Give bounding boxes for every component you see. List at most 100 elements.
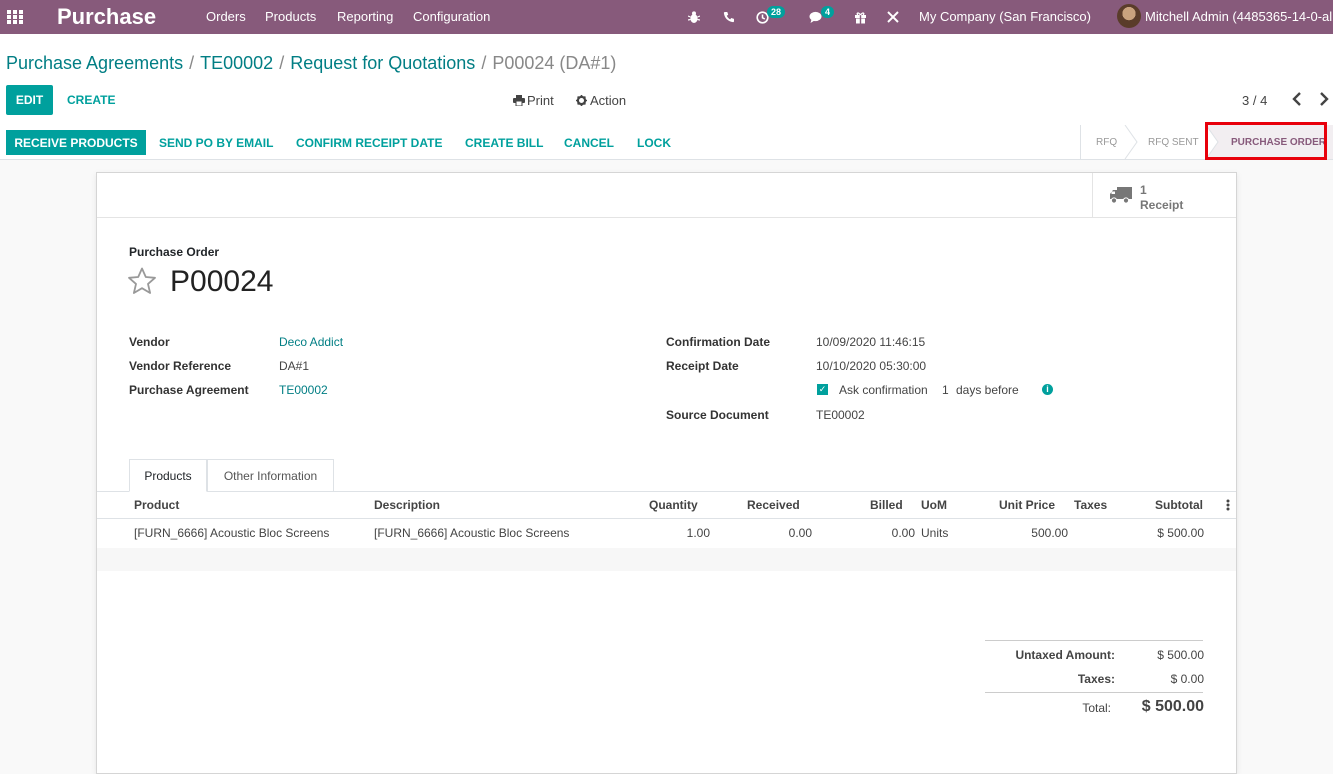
app-menu-grid-icon[interactable] [7,10,23,24]
total-value: $ 500.00 [1141,698,1204,715]
menu-reporting[interactable]: Reporting [337,9,393,25]
tab-other-information[interactable]: Other Information [207,459,334,491]
table-row[interactable]: [FURN_6666] Acoustic Bloc Screens [FURN_… [97,519,1236,547]
vendor-reference-label: Vendor Reference [129,359,232,373]
taxes-label: Taxes: [1077,672,1115,686]
message-count-badge: 4 [821,6,835,18]
breadcrumb-current: P00024 (DA#1) [492,53,617,73]
lock-button[interactable]: LOCK [637,136,671,150]
source-document-value: TE00002 [816,408,865,422]
receive-products-button[interactable]: RECEIVE PRODUCTS [6,130,146,155]
ask-confirmation-days[interactable]: 1 [942,383,949,397]
phone-icon[interactable] [720,0,738,34]
col-received[interactable]: Received [747,498,800,512]
form-sheet: 1 Receipt Purchase Order P00024 Vendor D… [96,172,1237,774]
menu-orders[interactable]: Orders [206,9,246,25]
user-menu[interactable]: Mitchell Admin (4485365-14-0-al [1145,9,1332,25]
ask-confirmation-text: Ask confirmation [839,383,928,397]
edit-button[interactable]: EDIT [6,85,53,115]
confirm-receipt-date-button[interactable]: CONFIRM RECEIPT DATE [296,136,442,150]
ask-confirmation-suffix: days before [956,383,1019,397]
bug-icon[interactable] [685,0,703,34]
tab-products[interactable]: Products [129,459,207,492]
receipt-label: Receipt [1140,198,1184,212]
close-tools-icon[interactable] [884,0,902,34]
vendor-link[interactable]: Deco Addict [279,335,343,349]
col-subtotal[interactable]: Subtotal [1155,498,1203,512]
row-product: [FURN_6666] Acoustic Bloc Screens [134,526,330,540]
optional-columns-icon[interactable] [1226,499,1230,511]
breadcrumb-rfq[interactable]: Request for Quotations [290,53,475,73]
messages-icon[interactable] [807,0,825,34]
total-label: Total: [1082,701,1111,715]
document-type-label: Purchase Order [129,245,220,259]
print-label: Print [527,93,554,108]
info-icon[interactable]: i [1042,384,1053,395]
activity-count-badge: 28 [767,6,786,18]
vendor-label: Vendor [129,335,170,349]
col-uom[interactable]: UoM [921,498,947,512]
menu-products[interactable]: Products [265,9,316,25]
col-quantity[interactable]: Quantity [649,498,698,512]
empty-row [97,548,1236,571]
create-button[interactable]: CREATE [67,93,115,107]
row-description: [FURN_6666] Acoustic Bloc Screens [374,526,570,540]
purchase-agreement-link[interactable]: TE00002 [279,383,328,397]
row-received: 0.00 [788,526,812,540]
pager-value[interactable]: 3 / 4 [1242,93,1267,108]
printer-icon [513,95,525,106]
totals-divider [985,640,1203,641]
totals-divider [985,692,1203,693]
receipt-count: 1 [1140,183,1147,197]
page-title: P00024 [170,265,274,298]
vendor-reference-value: DA#1 [279,359,310,373]
receipt-smart-button[interactable]: 1 Receipt [1092,173,1236,217]
breadcrumb-purchase-agreements[interactable]: Purchase Agreements [6,53,183,73]
col-billed[interactable]: Billed [870,498,903,512]
company-switcher[interactable]: My Company (San Francisco) [919,9,1091,25]
create-bill-button[interactable]: CREATE BILL [465,136,543,150]
source-document-label: Source Document [666,408,769,422]
gift-icon[interactable] [851,0,869,34]
stage-separator [1124,125,1138,159]
top-navbar: Purchase Orders Products Reporting Confi… [0,0,1333,34]
highlight-box [1205,122,1327,160]
breadcrumb: Purchase Agreements / TE00002/Request for … [6,53,617,73]
col-description[interactable]: Description [374,498,440,512]
receipt-date-value: 10/10/2020 05:30:00 [816,359,927,373]
app-brand[interactable]: Purchase [57,4,156,30]
row-subtotal: $ 500.00 [1157,526,1204,540]
row-uom: Units [921,526,949,540]
col-taxes[interactable]: Taxes [1074,498,1107,512]
truck-icon [1110,187,1132,204]
status-bar: RECEIVE PRODUCTS SEND PO BY EMAIL CONFIR… [0,125,1333,160]
receipt-date-label: Receipt Date [666,359,739,373]
star-favorite-icon[interactable] [127,267,157,295]
ask-confirmation-checkbox[interactable]: ✓ [817,384,828,395]
smart-button-box: 1 Receipt [97,173,1236,218]
activity-clock-icon[interactable] [754,0,770,34]
send-po-email-button[interactable]: SEND PO BY EMAIL [159,136,273,150]
cancel-button[interactable]: CANCEL [564,136,614,150]
confirmation-date-value: 10/09/2020 11:46:15 [816,335,926,349]
menu-configuration[interactable]: Configuration [413,9,490,25]
stage-rfq-sent[interactable]: RFQ SENT [1148,136,1199,149]
pager-next-icon[interactable] [1319,92,1329,110]
order-lines-header: Product Description Quantity Received Bi… [97,492,1236,519]
untaxed-amount-label: Untaxed Amount: [1015,648,1115,662]
breadcrumb-agreement[interactable]: TE00002 [200,53,273,73]
col-product[interactable]: Product [134,498,179,512]
pager-previous-icon[interactable] [1292,92,1302,110]
gear-icon [576,95,587,106]
action-label: Action [590,93,627,108]
col-unit-price[interactable]: Unit Price [999,498,1055,512]
control-panel: Purchase Agreements / TE00002/Request for … [0,34,1333,126]
untaxed-amount-value: $ 500.00 [1157,648,1204,662]
row-billed: 0.00 [891,526,915,540]
stage-rfq[interactable]: RFQ [1096,136,1117,149]
purchase-agreement-label: Purchase Agreement [129,383,249,397]
row-quantity: 1.00 [686,526,710,540]
user-avatar[interactable] [1117,4,1141,28]
row-unit-price: 500.00 [1031,526,1068,540]
confirmation-date-label: Confirmation Date [666,335,771,349]
